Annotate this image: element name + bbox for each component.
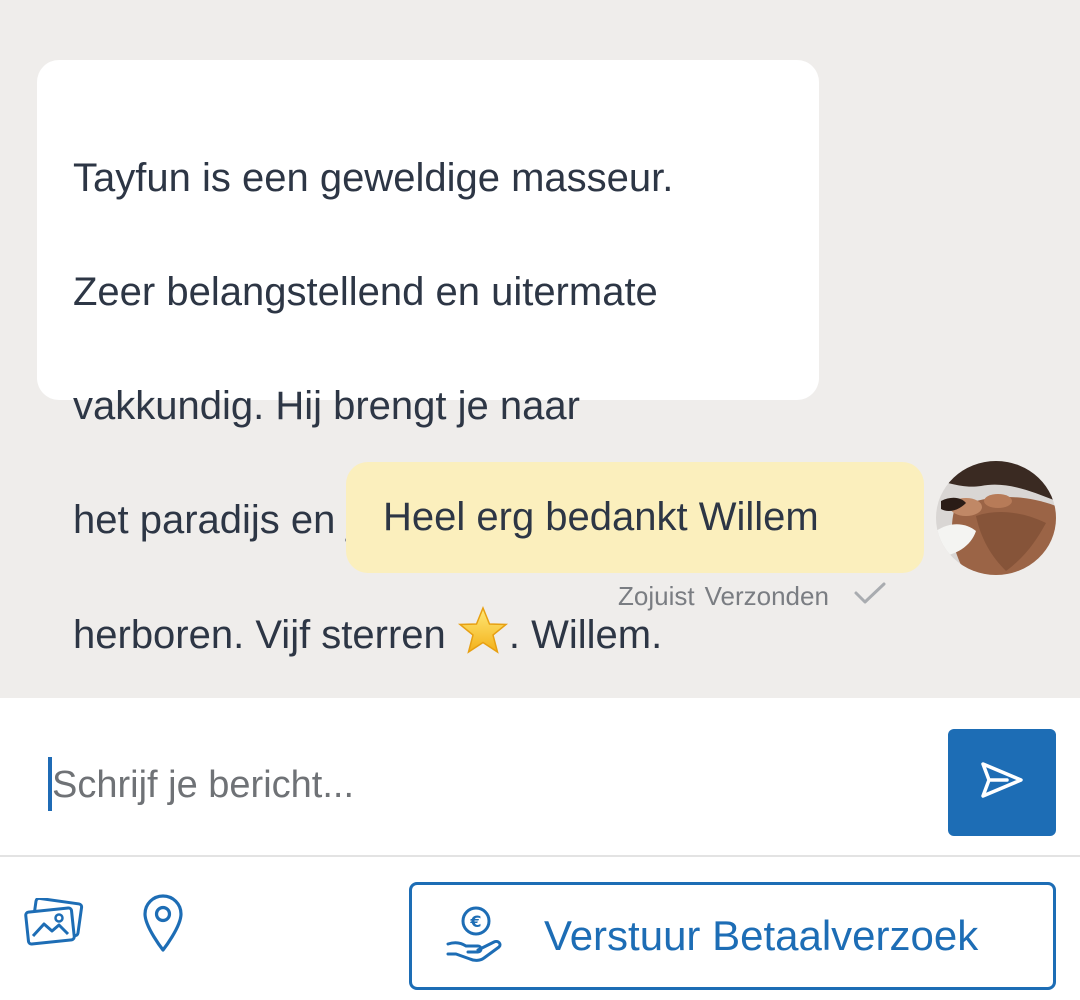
outgoing-message-text: Heel erg bedankt Willem [383, 495, 819, 539]
avatar[interactable] [936, 461, 1056, 575]
gallery-button[interactable] [24, 896, 84, 951]
location-button[interactable] [140, 893, 186, 958]
message-line-part: . Willem. [508, 613, 663, 657]
message-status: Zojuist Verzonden [618, 578, 887, 614]
outgoing-message-bubble: Heel erg bedankt Willem [346, 462, 924, 573]
message-input[interactable] [52, 755, 912, 815]
payment-request-label: Verstuur Betaalverzoek [544, 912, 979, 959]
incoming-message-text: Tayfun is een geweldige masseur. Zeer be… [73, 93, 819, 729]
svg-text:€: € [469, 912, 481, 931]
send-button[interactable] [948, 729, 1056, 836]
incoming-message-bubble: Tayfun is een geweldige masseur. Zeer be… [37, 60, 819, 657]
message-line: vakkundig. Hij brengt je naar [73, 384, 580, 428]
message-line-part: herboren. Vijf sterren [73, 613, 457, 657]
message-line: Zeer belangstellend en uitermate [73, 270, 658, 314]
payment-request-button[interactable]: € Verstuur Betaalverzoek [409, 882, 1056, 990]
image-gallery-icon [24, 896, 84, 951]
checkmark-icon [853, 581, 887, 612]
location-pin-icon [141, 893, 185, 958]
delivery-status: Verzonden [704, 580, 829, 611]
message-time: Zojuist [618, 580, 695, 611]
euro-hand-icon: € [444, 904, 508, 969]
message-line: herboren. Vijf sterren . Willem. [73, 606, 819, 672]
star-emoji-icon [457, 606, 509, 672]
send-icon [979, 760, 1025, 805]
chat-area[interactable]: Tayfun is een geweldige masseur. Zeer be… [0, 0, 1080, 698]
message-line: Tayfun is een geweldige masseur. [73, 156, 674, 200]
